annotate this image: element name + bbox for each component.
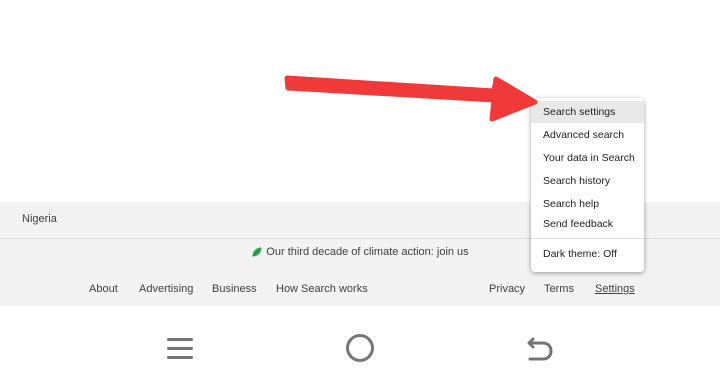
leaf-icon bbox=[251, 246, 263, 258]
menu-item-your-data-in-search[interactable]: Your data in Search bbox=[531, 147, 644, 169]
screen: Nigeria Our third decade of climate acti… bbox=[0, 0, 720, 388]
country-label: Nigeria bbox=[22, 213, 57, 225]
recent-apps-icon[interactable] bbox=[164, 332, 196, 364]
menu-item-dark-theme[interactable]: Dark theme: Off bbox=[531, 243, 644, 265]
back-arrow-icon[interactable] bbox=[524, 332, 556, 364]
footer-link-settings[interactable]: Settings bbox=[595, 283, 635, 295]
menu-item-search-settings[interactable]: Search settings bbox=[531, 101, 644, 123]
settings-menu: Search settings Advanced search Your dat… bbox=[531, 98, 644, 272]
menu-item-advanced-search[interactable]: Advanced search bbox=[531, 124, 644, 146]
footer-link-privacy[interactable]: Privacy bbox=[489, 283, 525, 295]
home-circle-icon[interactable] bbox=[344, 332, 376, 364]
menu-item-search-help[interactable]: Search help bbox=[531, 193, 644, 215]
footer-link-advertising[interactable]: Advertising bbox=[139, 283, 193, 295]
footer-link-how-search-works[interactable]: How Search works bbox=[276, 283, 368, 295]
footer-link-business[interactable]: Business bbox=[212, 283, 257, 295]
footer-link-about[interactable]: About bbox=[89, 283, 118, 295]
system-navigation-bar bbox=[0, 306, 720, 388]
menu-divider bbox=[531, 238, 644, 239]
climate-text: Our third decade of climate action: join… bbox=[266, 246, 469, 259]
menu-item-send-feedback[interactable]: Send feedback bbox=[531, 213, 644, 235]
footer-link-terms[interactable]: Terms bbox=[544, 283, 574, 295]
menu-item-search-history[interactable]: Search history bbox=[531, 170, 644, 192]
